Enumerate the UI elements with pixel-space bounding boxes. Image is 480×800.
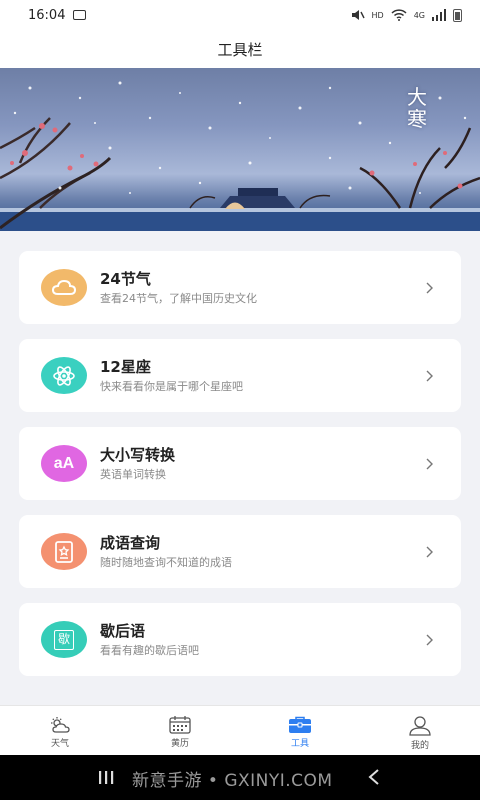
chevron-right-icon xyxy=(415,370,445,382)
proverb-book-icon: 歇 xyxy=(41,621,87,658)
tool-card-case-convert[interactable]: aA 大小写转换 英语单词转换 xyxy=(19,427,461,500)
hd-label: HD xyxy=(371,10,384,20)
chevron-right-icon xyxy=(415,282,445,294)
weather-icon xyxy=(51,717,70,733)
nav-label: 黄历 xyxy=(170,739,189,749)
signal-icon xyxy=(432,9,446,21)
nav-label: 工具 xyxy=(290,739,309,749)
nav-label: 天气 xyxy=(50,739,69,749)
banner-image: 大寒 xyxy=(0,68,480,231)
back-icon[interactable] xyxy=(368,769,380,785)
banner-solar-term-title: 大寒 xyxy=(407,85,427,131)
system-navigation-bar: 新意手游 • GXINYI.COM xyxy=(0,755,480,800)
card-title: 24节气 xyxy=(100,269,151,288)
bottom-nav: 天气 黄历 工具 我的 xyxy=(0,705,480,755)
case-convert-icon: aA xyxy=(41,445,87,482)
cloud-icon xyxy=(41,269,87,306)
wifi-icon xyxy=(391,9,407,21)
chevron-right-icon xyxy=(415,634,445,646)
nav-tab-almanac[interactable]: 黄历 xyxy=(120,706,240,755)
tool-card-constellation[interactable]: 12星座 快来看看你是属于哪个星座吧 xyxy=(19,339,461,412)
nav-label: 我的 xyxy=(410,741,429,751)
proverb-icon-text: 歇 xyxy=(53,629,74,650)
chevron-right-icon xyxy=(415,458,445,470)
mute-icon xyxy=(351,10,365,20)
card-subtitle: 快来看看你是属于哪个星座吧 xyxy=(100,379,243,393)
card-title: 歇后语 xyxy=(100,621,146,640)
card-title: 成语查询 xyxy=(100,533,161,552)
nav-tab-weather[interactable]: 天气 xyxy=(0,706,120,755)
nav-tab-profile[interactable]: 我的 xyxy=(360,706,480,755)
watermark-text: 新意手游 • GXINYI.COM xyxy=(132,771,333,791)
atom-icon xyxy=(41,357,87,394)
nav-tab-tools[interactable]: 工具 xyxy=(240,706,360,755)
battery-icon xyxy=(453,8,462,22)
tool-card-solar-terms[interactable]: 24节气 查看24节气，了解中国历史文化 xyxy=(19,251,461,324)
chevron-right-icon xyxy=(415,546,445,558)
recent-apps-icon[interactable] xyxy=(98,770,114,785)
profile-icon xyxy=(409,716,431,736)
status-icons: HD 4G xyxy=(351,8,462,22)
calendar-icon xyxy=(169,716,191,734)
card-subtitle: 英语单词转换 xyxy=(100,467,166,481)
card-subtitle: 看看有趣的歇后语吧 xyxy=(100,643,199,657)
idiom-book-icon xyxy=(41,533,87,570)
card-title: 12星座 xyxy=(100,357,151,376)
card-subtitle: 查看24节气，了解中国历史文化 xyxy=(100,291,257,305)
toolbox-icon xyxy=(289,716,311,733)
status-bar: 16:04 HD 4G xyxy=(0,0,480,30)
case-convert-icon-text: aA xyxy=(53,454,75,472)
page-title: 工具栏 xyxy=(217,40,263,59)
status-time: 16:04 xyxy=(28,7,66,23)
card-subtitle: 随时随地查询不知道的成语 xyxy=(100,555,232,569)
gallery-notification-icon xyxy=(73,10,87,20)
tool-card-proverb[interactable]: 歇 歇后语 看看有趣的歇后语吧 xyxy=(19,603,461,676)
card-title: 大小写转换 xyxy=(100,445,176,464)
network-label: 4G xyxy=(413,10,425,20)
app-header: 工具栏 xyxy=(0,30,480,68)
tool-card-idiom-search[interactable]: 成语查询 随时随地查询不知道的成语 xyxy=(19,515,461,588)
